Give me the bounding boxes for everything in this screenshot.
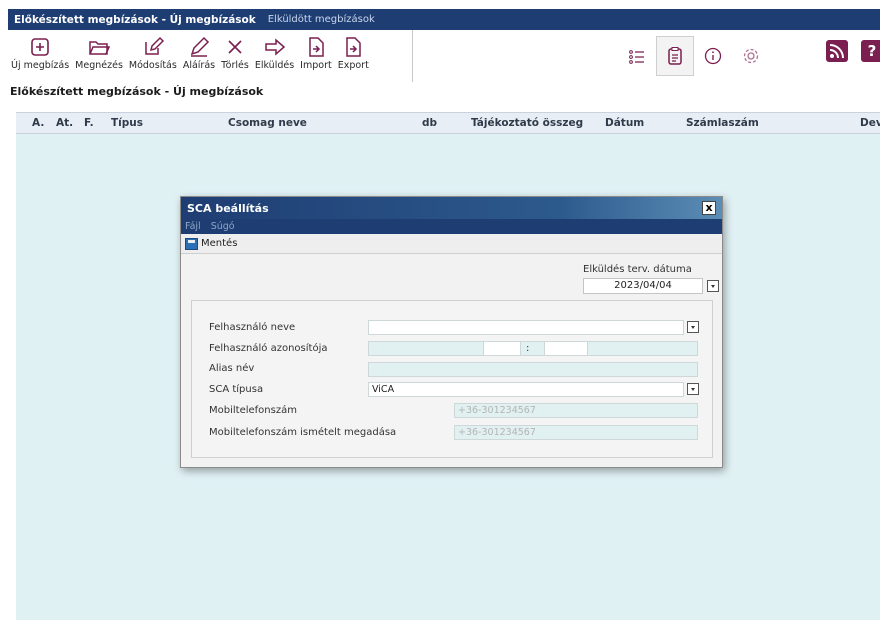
list-view-button[interactable]	[618, 36, 656, 76]
export-icon	[346, 37, 361, 57]
pen-icon	[190, 36, 210, 57]
send-date-dropdown[interactable]	[707, 280, 719, 292]
export-button[interactable]: Export	[335, 31, 372, 81]
col-header-a[interactable]: A.	[32, 117, 44, 129]
username-label: Felhasználó neve	[209, 322, 296, 333]
import-icon	[309, 37, 324, 57]
save-label: Mentés	[201, 238, 238, 249]
folder-open-icon	[89, 41, 111, 55]
userid-separator: :	[526, 343, 530, 354]
new-order-button[interactable]: Új megbízás	[8, 31, 72, 81]
userid-part1-input[interactable]	[483, 341, 521, 356]
dialog-title-bar[interactable]: SCA beállítás x	[181, 197, 722, 219]
rss-icon	[829, 44, 844, 59]
col-header-f[interactable]: F.	[84, 117, 94, 129]
col-header-count[interactable]: db	[422, 117, 437, 129]
grid-header: A. At. F. Típus Csomag neve db Tájékozta…	[16, 112, 880, 134]
dialog-title: SCA beállítás	[187, 201, 269, 215]
info-button[interactable]	[694, 36, 732, 76]
floppy-disk-icon	[185, 237, 198, 250]
sca-settings-dialog: SCA beállítás x Fájl Súgó Mentés Elküldé…	[180, 196, 723, 468]
username-dropdown[interactable]	[687, 321, 699, 333]
col-header-amount[interactable]: Tájékoztató összeg	[471, 117, 583, 129]
tab-sent[interactable]: Elküldött megbízások	[262, 14, 381, 25]
menu-help[interactable]: Súgó	[211, 221, 235, 232]
send-button[interactable]: Elküldés	[252, 31, 297, 81]
view-tools	[618, 31, 770, 81]
edit-button[interactable]: Módosítás	[126, 31, 180, 81]
send-date-label: Elküldés terv. dátuma	[583, 264, 692, 275]
sign-button[interactable]: Aláírás	[180, 31, 218, 81]
menu-file[interactable]: Fájl	[185, 221, 201, 232]
mobile-repeat-label: Mobiltelefonszám ismételt megadása	[209, 427, 397, 438]
col-header-date[interactable]: Dátum	[605, 117, 644, 129]
send-label: Elküldés	[254, 60, 295, 71]
export-label: Export	[337, 60, 369, 71]
sca-type-label: SCA típusa	[209, 384, 264, 395]
import-button[interactable]: Import	[297, 31, 335, 81]
plus-box-icon	[31, 38, 49, 56]
edit-icon	[145, 36, 164, 55]
col-header-type[interactable]: Típus	[111, 117, 143, 129]
list-icon	[629, 50, 644, 64]
sign-label: Aláírás	[182, 60, 216, 71]
main-toolbar: Új megbízás Megnézés Módosítás Aláírás T…	[8, 31, 372, 81]
dialog-menu-bar: Fájl Súgó	[181, 219, 722, 234]
col-header-account[interactable]: Számlaszám	[686, 117, 759, 129]
mobile-input[interactable]: +36-301234567	[454, 403, 698, 418]
edit-label: Módosítás	[128, 60, 177, 71]
clipboard-view-button[interactable]	[656, 36, 694, 76]
userid-field-bg	[368, 341, 698, 356]
tab-prepared-new[interactable]: Előkészített megbízások - Új megbízások	[8, 14, 262, 26]
mobile-repeat-input[interactable]: +36-301234567	[454, 425, 698, 440]
page-title: Előkészített megbízások - Új megbízások	[10, 85, 264, 98]
delete-label: Törlés	[221, 60, 249, 71]
col-header-currency[interactable]: Dev	[860, 117, 880, 129]
info-icon	[704, 47, 722, 65]
dialog-close-button[interactable]: x	[702, 201, 716, 215]
rss-check-icon[interactable]	[826, 40, 848, 62]
alias-input[interactable]	[368, 362, 698, 377]
sca-type-select[interactable]: ViCA	[368, 382, 684, 397]
sca-form: Felhasználó neve Felhasználó azonosítója…	[191, 300, 713, 458]
tab-bar: Előkészített megbízások - Új megbízások …	[8, 9, 880, 30]
userid-part2-input[interactable]	[544, 341, 588, 356]
close-icon	[228, 40, 242, 54]
view-button[interactable]: Megnézés	[72, 31, 126, 81]
help-button[interactable]: ?	[861, 40, 880, 62]
send-date-field[interactable]: 2023/04/04	[583, 278, 703, 294]
alias-label: Alias név	[209, 363, 255, 374]
view-label: Megnézés	[75, 60, 123, 71]
new-order-label: Új megbízás	[11, 60, 70, 71]
settings-button[interactable]	[732, 36, 770, 76]
userid-label: Felhasználó azonosítója	[209, 343, 328, 354]
toolbar-separator	[412, 30, 413, 82]
mobile-label: Mobiltelefonszám	[209, 405, 297, 416]
import-label: Import	[300, 60, 332, 71]
save-button[interactable]: Mentés	[181, 234, 722, 254]
arrow-right-icon	[264, 38, 285, 56]
sca-type-dropdown[interactable]	[687, 383, 699, 395]
clipboard-icon	[668, 47, 682, 65]
col-header-package[interactable]: Csomag neve	[228, 117, 307, 129]
delete-button[interactable]: Törlés	[218, 31, 252, 81]
gear-icon	[743, 48, 759, 64]
app-window: Előkészített megbízások - Új megbízások …	[0, 0, 880, 626]
col-header-at[interactable]: At.	[56, 117, 73, 129]
username-input[interactable]	[368, 320, 684, 335]
